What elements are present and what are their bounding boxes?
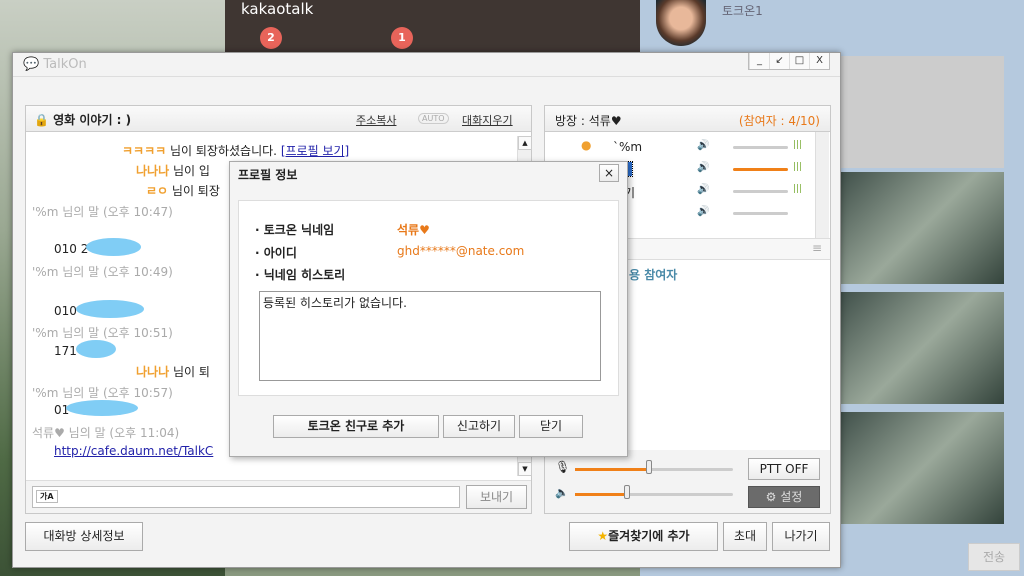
- chat-link[interactable]: http://cafe.daum.net/TalkC: [54, 444, 213, 458]
- history-label: · 닉네임 히스토리: [255, 268, 346, 282]
- star-icon: ★: [597, 529, 609, 543]
- message-body: 010 2: [54, 242, 89, 256]
- scroll-down-icon[interactable]: ▼: [518, 462, 532, 476]
- notification-badge[interactable]: 2: [260, 27, 282, 49]
- maximize-button[interactable]: □: [789, 53, 809, 69]
- message-header: '%m 님의 말 (오후 10:49): [32, 265, 173, 279]
- send-button[interactable]: 전송: [968, 543, 1020, 571]
- chat-system-message: 나나나 님이 입: [136, 164, 210, 178]
- minimize-button[interactable]: _: [749, 53, 769, 69]
- room-owner: 방장 : 석류♥: [555, 114, 622, 128]
- message-body: 010: [54, 304, 77, 318]
- mic-slider-handle[interactable]: [646, 460, 653, 474]
- speaker-slider[interactable]: [575, 493, 733, 496]
- menu-icon[interactable]: ≡: [812, 241, 822, 255]
- chat-header: 🔒 영화 이야기 : ) 주소복사 AUTO 대화지우기: [26, 106, 531, 132]
- speaker-icon[interactable]: 🔈: [555, 486, 569, 499]
- notification-badge[interactable]: 1: [391, 27, 413, 49]
- speaker-icon[interactable]: 🔊: [697, 162, 709, 173]
- speaker-icon[interactable]: 🔊: [697, 140, 709, 151]
- ime-toggle[interactable]: 가A: [36, 490, 58, 503]
- thumbnail: [840, 292, 1004, 404]
- redaction-blob: [86, 238, 141, 256]
- invite-button[interactable]: 초대: [723, 522, 767, 551]
- thumbnail: [840, 56, 1004, 168]
- profile-content: · 토크온 닉네임 석류♥ · 아이디 ghd******@nate.com ·…: [238, 200, 619, 396]
- dialog-title: 프로필 정보: [238, 168, 298, 182]
- clear-chat-link[interactable]: 대화지우기: [462, 112, 513, 128]
- history-textarea[interactable]: 등록된 히스토리가 없습니다.: [259, 291, 601, 381]
- kakaotalk-logo: kakaotalk: [241, 0, 314, 18]
- settings-button[interactable]: ⚙ 설정: [748, 486, 820, 508]
- thumbnail: [840, 172, 1004, 284]
- section-label: 용 참여자: [629, 268, 678, 282]
- volume-bar[interactable]: [733, 146, 788, 149]
- gear-icon: ⚙: [765, 490, 781, 504]
- speaker-icon[interactable]: 🔊: [697, 206, 709, 217]
- redaction-blob: [66, 400, 138, 416]
- redaction-blob: [76, 340, 116, 358]
- close-dialog-button[interactable]: 닫기: [519, 415, 583, 438]
- title-bar[interactable]: 💬 TalkOn _ ↙ □ X: [13, 53, 840, 77]
- chat-system-message: ㅋㅋㅋㅋ 님이 퇴장하셨습니다. [프로필 보기]: [122, 144, 350, 158]
- avatar[interactable]: [656, 0, 706, 46]
- message-input[interactable]: 가A: [32, 486, 460, 508]
- add-favorite-button[interactable]: ★즐겨찾기에 추가: [569, 522, 718, 551]
- volume-bar[interactable]: [733, 190, 788, 193]
- message-header: '%m 님의 말 (오후 10:57): [32, 386, 173, 400]
- dialog-close-icon[interactable]: ×: [599, 164, 619, 182]
- chat-partner-name: 토크온1: [722, 4, 763, 18]
- room-title: 🔒 영화 이야기 : ): [34, 113, 132, 127]
- room-details-button[interactable]: 대화방 상세정보: [25, 522, 143, 551]
- restore-button[interactable]: ↙: [769, 53, 789, 69]
- participant-count: (참여자 : 4/10): [738, 114, 820, 128]
- add-friend-button[interactable]: 토크온 친구로 추가: [273, 415, 439, 438]
- profile-link[interactable]: [프로필 보기]: [281, 144, 349, 158]
- speaker-icon[interactable]: 🔊: [697, 184, 709, 195]
- mic-icon[interactable]: 🎙: [555, 460, 570, 474]
- id-value: ghd******@nate.com: [397, 244, 525, 258]
- participant-row[interactable]: ● `%m 🔊 |||: [545, 138, 815, 158]
- signal-icon: |||: [793, 140, 803, 150]
- id-label: · 아이디: [255, 246, 297, 260]
- volume-bar[interactable]: [733, 212, 788, 215]
- send-message-button[interactable]: 보내기: [466, 485, 527, 509]
- close-button[interactable]: X: [809, 53, 829, 69]
- participant-name: `%m: [613, 140, 643, 154]
- message-header: '%m 님의 말 (오후 10:51): [32, 326, 173, 340]
- nickname-label: · 토크온 닉네임: [255, 223, 335, 237]
- message-header: 석류♥ 님의 말 (오후 11:04): [32, 426, 180, 440]
- participant-scrollbar[interactable]: [815, 132, 829, 238]
- mic-slider[interactable]: [575, 468, 733, 471]
- profile-dialog: 프로필 정보 × · 토크온 닉네임 석류♥ · 아이디 ghd******@n…: [229, 161, 628, 457]
- kakaotalk-window: kakaotalk 2 1: [225, 0, 640, 60]
- chat-bubble-icon: ●: [581, 138, 592, 152]
- volume-bar[interactable]: [733, 168, 788, 171]
- exit-button[interactable]: 나가기: [772, 522, 830, 551]
- redaction-blob: [76, 300, 144, 318]
- chat-system-message: 나나나 님이 퇴: [136, 365, 210, 379]
- thumbnail: [840, 412, 1004, 524]
- copy-address-link[interactable]: 주소복사: [356, 112, 396, 128]
- chat-system-message: ㄹㅇ 님이 퇴장: [146, 184, 220, 198]
- window-title: 💬 TalkOn: [23, 57, 87, 72]
- nickname-value: 석류♥: [397, 223, 430, 237]
- scroll-up-icon[interactable]: ▲: [518, 136, 532, 150]
- signal-icon: |||: [793, 184, 803, 194]
- input-row: 가A 보내기: [26, 480, 531, 513]
- auto-badge[interactable]: AUTO: [418, 113, 449, 124]
- report-button[interactable]: 신고하기: [443, 415, 515, 438]
- participants-header: 방장 : 석류♥ (참여자 : 4/10): [545, 106, 830, 132]
- speaker-slider-handle[interactable]: [624, 485, 631, 499]
- signal-icon: |||: [793, 162, 803, 172]
- message-body: 171: [54, 344, 77, 358]
- message-header: '%m 님의 말 (오후 10:47): [32, 205, 173, 219]
- ptt-toggle-button[interactable]: PTT OFF: [748, 458, 820, 480]
